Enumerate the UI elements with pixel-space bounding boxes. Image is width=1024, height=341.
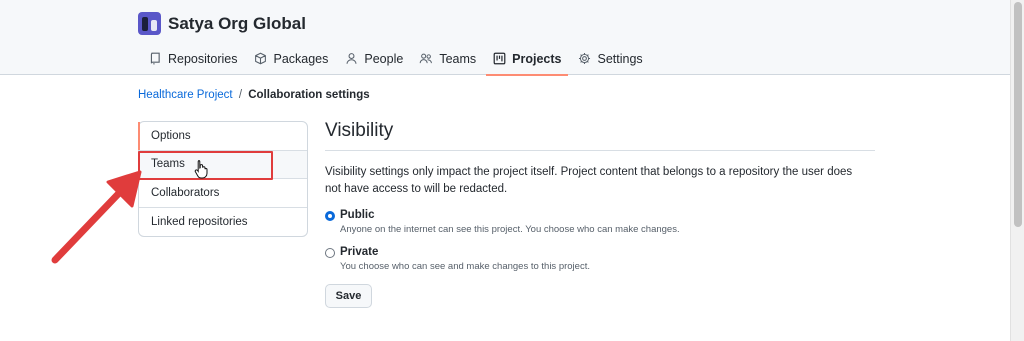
org-avatar[interactable] [138,12,161,35]
menu-item-label: Linked repositories [151,215,248,228]
gear-icon [578,52,592,66]
public-radio[interactable] [325,211,335,221]
package-icon [253,52,267,66]
menu-item-teams[interactable]: Teams [139,150,307,179]
menu-item-label: Options [151,129,191,142]
hand-cursor-icon [194,160,208,179]
project-icon [492,52,506,66]
tab-label: Settings [597,51,643,66]
tab-projects[interactable]: Projects [484,42,569,76]
page-scrollbar[interactable] [1010,0,1024,341]
tab-teams[interactable]: Teams [411,42,484,75]
private-radio[interactable] [325,248,335,258]
annotation-arrow-icon [51,170,142,264]
menu-item-collaborators[interactable]: Collaborators [139,179,307,208]
menu-item-label: Teams [151,158,185,171]
repo-icon [148,52,162,66]
org-nav-tabs: Repositories Packages People Teams Proje… [138,42,651,76]
tab-label: Repositories [168,51,238,66]
menu-item-linked-repositories[interactable]: Linked repositories [139,208,307,237]
page: Satya Org Global Repositories Packages P… [0,0,1024,341]
breadcrumb-separator: / [238,89,243,101]
tab-settings[interactable]: Settings [570,42,651,75]
tab-label: Teams [439,51,477,66]
radio-note: You choose who can see and make changes … [340,261,590,272]
menu-item-label: Collaborators [151,186,220,199]
tab-people[interactable]: People [336,42,411,75]
breadcrumb-current: Collaboration settings [248,89,370,101]
people-icon [419,52,433,66]
visibility-description: Visibility settings only impact the proj… [325,166,853,195]
settings-side-menu: Options Teams Collaborators Linked repos… [138,121,308,237]
org-header: Satya Org Global Repositories Packages P… [0,0,1010,76]
tab-label: Packages [273,51,329,66]
visibility-section: Visibility Visibility settings only impa… [325,120,875,308]
radio-label[interactable]: Private [340,246,875,258]
section-heading: Visibility [325,120,875,151]
tab-label: People [364,51,404,66]
radio-label[interactable]: Public [340,209,875,221]
visibility-option-private: Private You choose who can see and make … [325,246,875,272]
person-icon [344,52,358,66]
tab-repositories[interactable]: Repositories [138,42,245,75]
tab-label: Projects [512,51,562,66]
menu-item-options[interactable]: Options [138,122,307,151]
org-name[interactable]: Satya Org Global [168,14,306,34]
org-title-row: Satya Org Global [138,12,306,35]
scrollbar-thumb[interactable] [1014,2,1022,227]
tab-packages[interactable]: Packages [245,42,336,75]
radio-note: Anyone on the internet can see this proj… [340,224,680,235]
breadcrumb-project-link[interactable]: Healthcare Project [138,89,233,101]
save-button[interactable]: Save [325,284,372,308]
breadcrumb: Healthcare Project / Collaboration setti… [138,89,370,101]
visibility-option-public: Public Anyone on the internet can see th… [325,209,875,235]
